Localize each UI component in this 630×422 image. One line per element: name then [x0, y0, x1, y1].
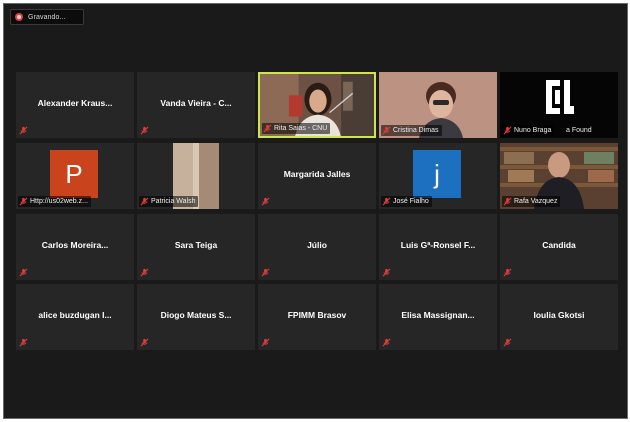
tile-footer — [18, 125, 31, 136]
participant-name: alice buzdugan I... — [38, 310, 112, 320]
tile-footer: Patricia Walsh — [139, 196, 199, 207]
tile-footer — [381, 267, 394, 278]
muted-mic-icon — [503, 197, 512, 206]
participant-tile-rita-active-speaker[interactable]: Rita Saias - CNU — [258, 72, 376, 138]
participant-tile-http[interactable]: P Http://us02web.z... — [16, 143, 134, 209]
participant-name: Rita Saias - CNU — [274, 125, 328, 132]
participant-name: Sara Teiga — [174, 240, 218, 250]
participant-tile-ioulia[interactable]: Ioulia Gkotsi — [500, 284, 618, 350]
participant-name: FPIMM Brasov — [287, 310, 347, 320]
tile-footer — [139, 267, 152, 278]
participant-tile-luis[interactable]: Luis Gª-Ronsel F... — [379, 214, 497, 280]
muted-mic-icon — [261, 268, 270, 277]
participant-tile-jose[interactable]: j José Fialho — [379, 143, 497, 209]
muted-mic-icon — [263, 124, 272, 133]
avatar: P — [50, 150, 98, 198]
participant-tile-carlos[interactable]: Carlos Moreira... — [16, 214, 134, 280]
tile-footer: Cristina Dimas — [381, 125, 442, 136]
participant-tile-sara[interactable]: Sara Teiga — [137, 214, 255, 280]
tile-footer — [139, 337, 152, 348]
participant-tile-julio[interactable]: Júlio — [258, 214, 376, 280]
tile-footer — [502, 337, 515, 348]
tile-footer — [139, 125, 152, 136]
muted-mic-icon — [19, 338, 28, 347]
tile-footer — [18, 337, 31, 348]
logo-overlay-text: a Found — [566, 127, 592, 134]
participant-name: Patricia Walsh — [151, 198, 196, 205]
muted-mic-icon — [382, 126, 391, 135]
muted-mic-icon — [261, 338, 270, 347]
muted-mic-icon — [19, 197, 28, 206]
recording-indicator[interactable]: Gravando... — [10, 9, 84, 25]
participant-tile-margarida[interactable]: Margarida Jalles — [258, 143, 376, 209]
muted-mic-icon — [19, 268, 28, 277]
participant-name: Diogo Mateus S... — [160, 310, 232, 320]
participant-name: Nuno Braga — [514, 127, 552, 134]
participant-tile-elisa[interactable]: Elisa Massignan... — [379, 284, 497, 350]
brand-logo-icon — [546, 80, 574, 114]
muted-mic-icon — [503, 338, 512, 347]
participant-name: Margarida Jalles — [283, 169, 351, 179]
muted-mic-icon — [382, 268, 391, 277]
participant-name: José Fialho — [393, 198, 429, 205]
participant-name: Cristina Dimas — [393, 127, 439, 134]
tile-footer — [260, 267, 273, 278]
muted-mic-icon — [503, 126, 512, 135]
recording-dot-icon — [15, 13, 23, 21]
muted-mic-icon — [19, 126, 28, 135]
tile-footer: Rita Saias - CNU — [262, 123, 331, 134]
tile-footer — [502, 267, 515, 278]
participant-name: Elisa Massignan... — [401, 310, 475, 320]
participant-name: Rafa Vazquez — [514, 198, 558, 205]
muted-mic-icon — [382, 338, 391, 347]
muted-mic-icon — [382, 197, 391, 206]
participant-tile-alexander[interactable]: Alexander Kraus... — [16, 72, 134, 138]
participant-tile-alice[interactable]: alice buzdugan I... — [16, 284, 134, 350]
participant-tile-rafa[interactable]: Rafa Vazquez — [500, 143, 618, 209]
participant-name: Carlos Moreira... — [41, 240, 109, 250]
participant-tile-patricia[interactable]: Patricia Walsh — [137, 143, 255, 209]
participant-name: Ioulia Gkotsi — [533, 310, 585, 320]
muted-mic-icon — [140, 338, 149, 347]
tile-footer: José Fialho — [381, 196, 432, 207]
muted-mic-icon — [503, 268, 512, 277]
recording-label: Gravando... — [28, 13, 66, 21]
tile-footer: Http://us02web.z... — [18, 196, 91, 207]
participant-tile-diogo[interactable]: Diogo Mateus S... — [137, 284, 255, 350]
participant-name: Http://us02web.z... — [30, 198, 88, 205]
participant-tile-vanda[interactable]: Vanda Vieira - C... — [137, 72, 255, 138]
zoom-meeting-window: Gravando... Alexander Kraus... Vanda Vie… — [3, 3, 628, 419]
tile-footer: Nuno Braga — [502, 125, 555, 136]
muted-mic-icon — [140, 268, 149, 277]
muted-mic-icon — [140, 197, 149, 206]
participant-name: Alexander Kraus... — [37, 98, 113, 108]
tile-footer — [260, 337, 273, 348]
participant-name: Júlio — [307, 240, 327, 250]
participant-name: Vanda Vieira - C... — [160, 98, 232, 108]
muted-mic-icon — [140, 126, 149, 135]
tile-footer — [381, 337, 394, 348]
muted-mic-icon — [261, 197, 270, 206]
participant-tile-nuno[interactable]: a Found Nuno Braga — [500, 72, 618, 138]
participant-name: Candida — [542, 240, 576, 250]
participant-tile-fpimm[interactable]: FPIMM Brasov — [258, 284, 376, 350]
participant-tile-candida[interactable]: Candida — [500, 214, 618, 280]
participant-name: Luis Gª-Ronsel F... — [400, 240, 476, 250]
participant-tile-cristina[interactable]: Cristina Dimas — [379, 72, 497, 138]
tile-footer — [260, 196, 273, 207]
tile-footer — [18, 267, 31, 278]
tile-footer: Rafa Vazquez — [502, 196, 561, 207]
avatar: j — [413, 150, 461, 198]
